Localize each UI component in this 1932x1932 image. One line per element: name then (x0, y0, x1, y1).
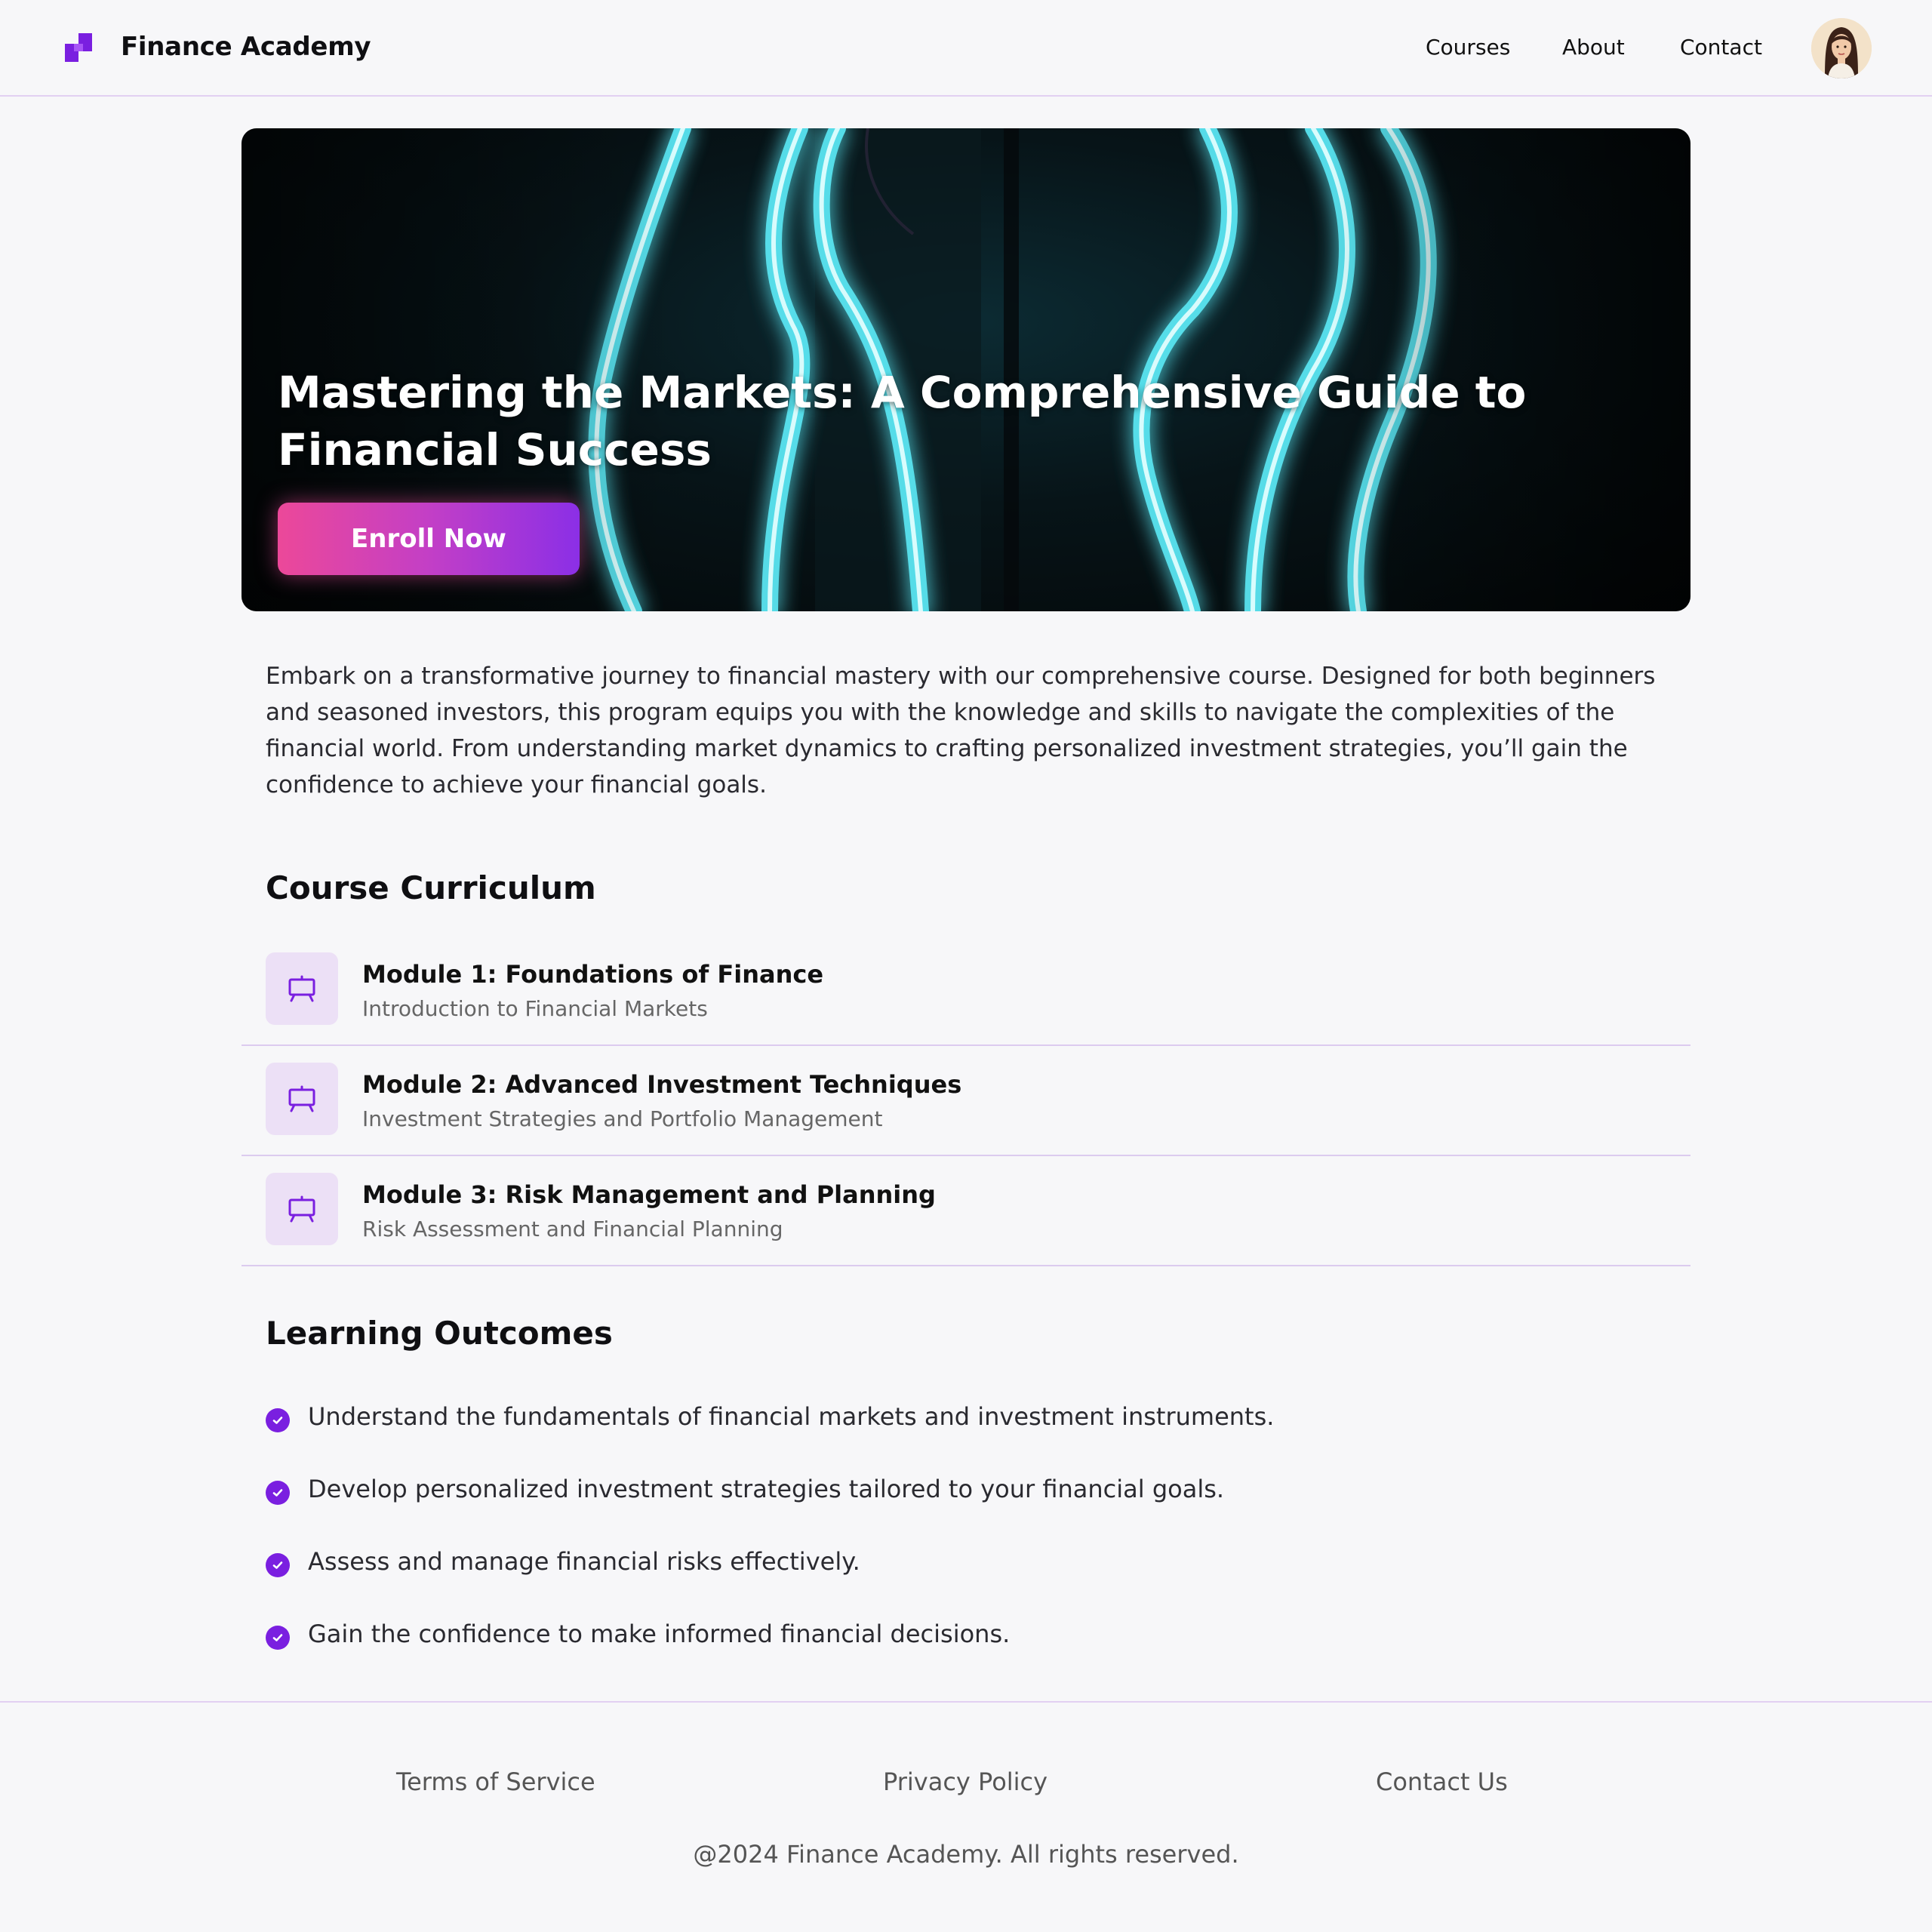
nav-courses[interactable]: Courses (1426, 35, 1510, 60)
enroll-now-button[interactable]: Enroll Now (278, 503, 580, 575)
module-item[interactable]: Module 3: Risk Management and Planning R… (242, 1156, 1690, 1266)
presentation-icon (266, 1173, 338, 1245)
logo-icon[interactable] (65, 33, 92, 62)
module-title: Module 1: Foundations of Finance (362, 960, 824, 989)
module-subtitle: Investment Strategies and Portfolio Mana… (362, 1106, 883, 1131)
outcome-text: Assess and manage financial risks effect… (308, 1547, 860, 1576)
outcome-text: Understand the fundamentals of financial… (308, 1402, 1275, 1431)
hero-title: Mastering the Markets: A Comprehensive G… (278, 367, 1527, 475)
hero-banner: Mastering the Markets: A Comprehensive G… (242, 128, 1690, 611)
module-title: Module 2: Advanced Investment Techniques (362, 1070, 962, 1099)
module-subtitle: Introduction to Financial Markets (362, 996, 708, 1021)
avatar[interactable] (1811, 18, 1872, 78)
outcomes-heading: Learning Outcomes (266, 1315, 613, 1352)
presentation-icon (266, 952, 338, 1025)
module-item[interactable]: Module 1: Foundations of Finance Introdu… (242, 936, 1690, 1046)
footer-terms-link[interactable]: Terms of Service (396, 1767, 595, 1796)
presentation-icon (266, 1063, 338, 1135)
site-footer: Terms of Service Privacy Policy Contact … (0, 1701, 1932, 1932)
copyright-text: @2024 Finance Academy. All rights reserv… (693, 1840, 1239, 1869)
brand-name[interactable]: Finance Academy (121, 32, 371, 62)
outcome-text: Develop personalized investment strategi… (308, 1475, 1225, 1503)
check-circle-icon (266, 1481, 290, 1505)
curriculum-heading: Course Curriculum (266, 869, 596, 906)
module-subtitle: Risk Assessment and Financial Planning (362, 1217, 783, 1241)
outcome-text: Gain the confidence to make informed fin… (308, 1620, 1011, 1648)
check-circle-icon (266, 1626, 290, 1650)
module-title: Module 3: Risk Management and Planning (362, 1180, 936, 1209)
module-item[interactable]: Module 2: Advanced Investment Techniques… (242, 1046, 1690, 1156)
site-header: Finance Academy Courses About Contact (0, 0, 1932, 97)
check-circle-icon (266, 1408, 290, 1432)
nav-contact[interactable]: Contact (1680, 35, 1762, 60)
footer-contact-link[interactable]: Contact Us (1376, 1767, 1508, 1796)
course-description: Embark on a transformative journey to fi… (266, 663, 1656, 798)
footer-privacy-link[interactable]: Privacy Policy (883, 1767, 1048, 1796)
check-circle-icon (266, 1553, 290, 1577)
nav-about[interactable]: About (1562, 35, 1625, 60)
